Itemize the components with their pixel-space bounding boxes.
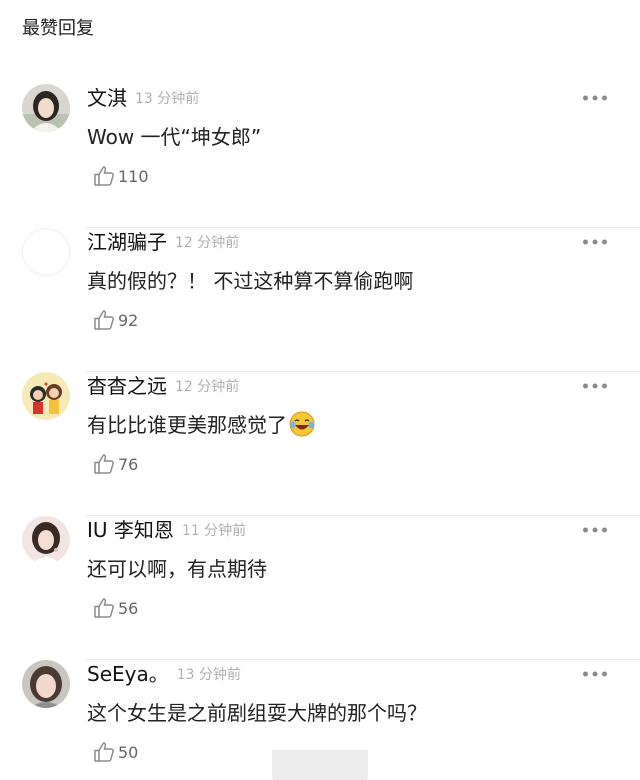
more-options-button[interactable]	[582, 232, 608, 252]
comment-text-body: 有比比谁更美那感觉了	[87, 413, 287, 437]
thumbs-up-icon	[94, 598, 114, 618]
username[interactable]: 文淇 13 分钟前	[87, 84, 199, 113]
comment-time: 12 分钟前	[175, 235, 240, 251]
user-avatar[interactable]	[22, 84, 70, 132]
like-count: 76	[118, 454, 139, 474]
username-text[interactable]: IU 李知恩	[87, 518, 174, 542]
comment-item: 杳杳之远 12 分钟前 有比比谁更美那感觉了 76	[0, 372, 640, 516]
more-dots-icon	[583, 383, 607, 389]
comment-item: 江湖骗子 12 分钟前 真的假的？！ 不过这种算不算偷跑啊 92	[0, 228, 640, 372]
comment-item: IU 李知恩 11 分钟前 还可以啊，有点期待 56	[0, 516, 640, 660]
laughing-tears-emoji-icon	[289, 411, 315, 437]
comment-time: 13 分钟前	[135, 91, 200, 107]
like-button[interactable]: 50	[92, 740, 138, 764]
thumbs-up-icon	[94, 166, 114, 186]
like-button[interactable]: 110	[92, 164, 149, 188]
more-options-button[interactable]	[582, 520, 608, 540]
like-button[interactable]: 56	[92, 596, 138, 620]
comment-time: 12 分钟前	[175, 379, 240, 395]
like-count: 56	[118, 598, 139, 618]
thumbs-up-icon	[94, 742, 114, 762]
more-dots-icon	[583, 671, 607, 677]
user-avatar[interactable]	[22, 228, 70, 276]
comment-time: 13 分钟前	[176, 667, 241, 683]
username[interactable]: 杳杳之远 12 分钟前	[87, 372, 239, 401]
thumbs-up-icon	[94, 310, 114, 330]
more-dots-icon	[583, 239, 607, 245]
user-avatar[interactable]	[22, 372, 70, 420]
like-button[interactable]: 92	[92, 308, 138, 332]
comment-time: 11 分钟前	[181, 523, 247, 539]
user-avatar[interactable]	[22, 660, 70, 708]
user-avatar[interactable]	[22, 516, 70, 564]
comment-text: 真的假的？！ 不过这种算不算偷跑啊	[87, 269, 414, 293]
username-text[interactable]: SeEya。	[87, 662, 169, 686]
comment-text: 有比比谁更美那感觉了	[87, 410, 315, 440]
more-dots-icon	[583, 95, 607, 101]
more-options-button[interactable]	[582, 664, 608, 684]
like-count: 50	[118, 742, 139, 762]
like-button[interactable]: 76	[92, 452, 138, 476]
comment-text: Wow 一代“坤女郎”	[87, 125, 262, 149]
username-text[interactable]: 江湖骗子	[87, 230, 167, 254]
username-text[interactable]: 杳杳之远	[87, 374, 167, 398]
more-dots-icon	[583, 527, 607, 533]
more-options-button[interactable]	[582, 376, 608, 396]
like-count: 110	[118, 166, 149, 186]
username-text[interactable]: 文淇	[87, 86, 127, 110]
username[interactable]: IU 李知恩 11 分钟前	[87, 516, 246, 545]
username[interactable]: SeEya。 13 分钟前	[87, 660, 241, 689]
comment-text: 还可以啊，有点期待	[87, 557, 267, 581]
more-options-button[interactable]	[582, 88, 608, 108]
section-title: 最赞回复	[22, 18, 94, 39]
blurred-watermark	[272, 750, 368, 780]
like-count: 92	[118, 310, 139, 330]
username[interactable]: 江湖骗子 12 分钟前	[87, 228, 239, 257]
comment-item: 文淇 13 分钟前 Wow 一代“坤女郎” 110	[0, 84, 640, 228]
comment-text: 这个女生是之前剧组耍大牌的那个吗？	[87, 701, 427, 725]
thumbs-up-icon	[94, 454, 114, 474]
